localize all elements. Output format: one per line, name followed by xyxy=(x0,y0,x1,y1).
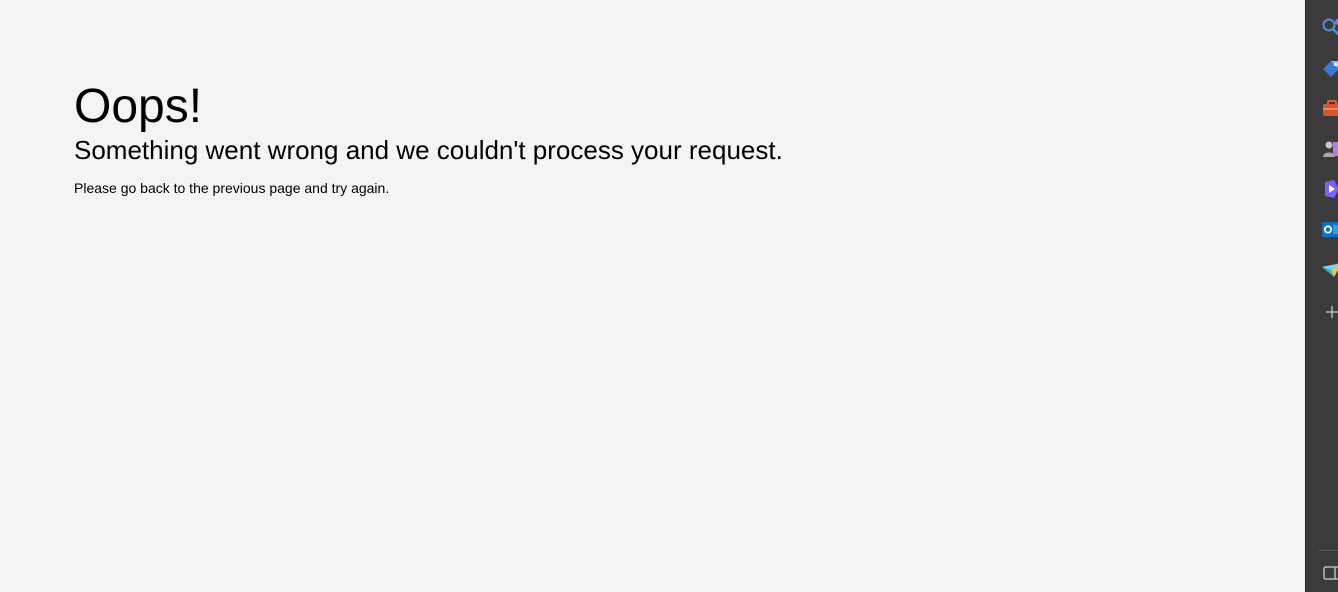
sidebar-toggle-icon xyxy=(1323,566,1338,580)
copilot-icon xyxy=(1325,180,1338,198)
error-page: Oops! Something went wrong and we couldn… xyxy=(0,0,1305,592)
sidebar-divider xyxy=(1319,550,1338,551)
drop-send-icon xyxy=(1322,263,1338,277)
games-button[interactable] xyxy=(1320,137,1338,161)
error-subheading: Something went wrong and we couldn't pro… xyxy=(74,135,783,165)
outlook-icon xyxy=(1322,222,1338,237)
tools-briefcase-icon xyxy=(1323,100,1338,116)
add-sidebar-app-button[interactable] xyxy=(1320,300,1338,324)
error-instruction: Please go back to the previous page and … xyxy=(74,180,390,196)
search-icon xyxy=(1322,18,1338,36)
browser-viewport: Oops! Something went wrong and we couldn… xyxy=(0,0,1338,592)
drop-button[interactable] xyxy=(1320,257,1338,281)
browser-sidebar xyxy=(1305,0,1338,592)
error-heading: Oops! xyxy=(74,80,203,133)
sidebar-toggle-button[interactable] xyxy=(1320,561,1338,585)
tools-button[interactable] xyxy=(1320,97,1338,121)
search-button[interactable] xyxy=(1320,16,1338,40)
outlook-button[interactable] xyxy=(1320,217,1338,241)
copilot-button[interactable] xyxy=(1320,177,1338,201)
shopping-tag-icon xyxy=(1323,61,1338,77)
add-icon xyxy=(1326,306,1338,318)
games-icon xyxy=(1323,141,1338,157)
shopping-button[interactable] xyxy=(1320,57,1338,81)
